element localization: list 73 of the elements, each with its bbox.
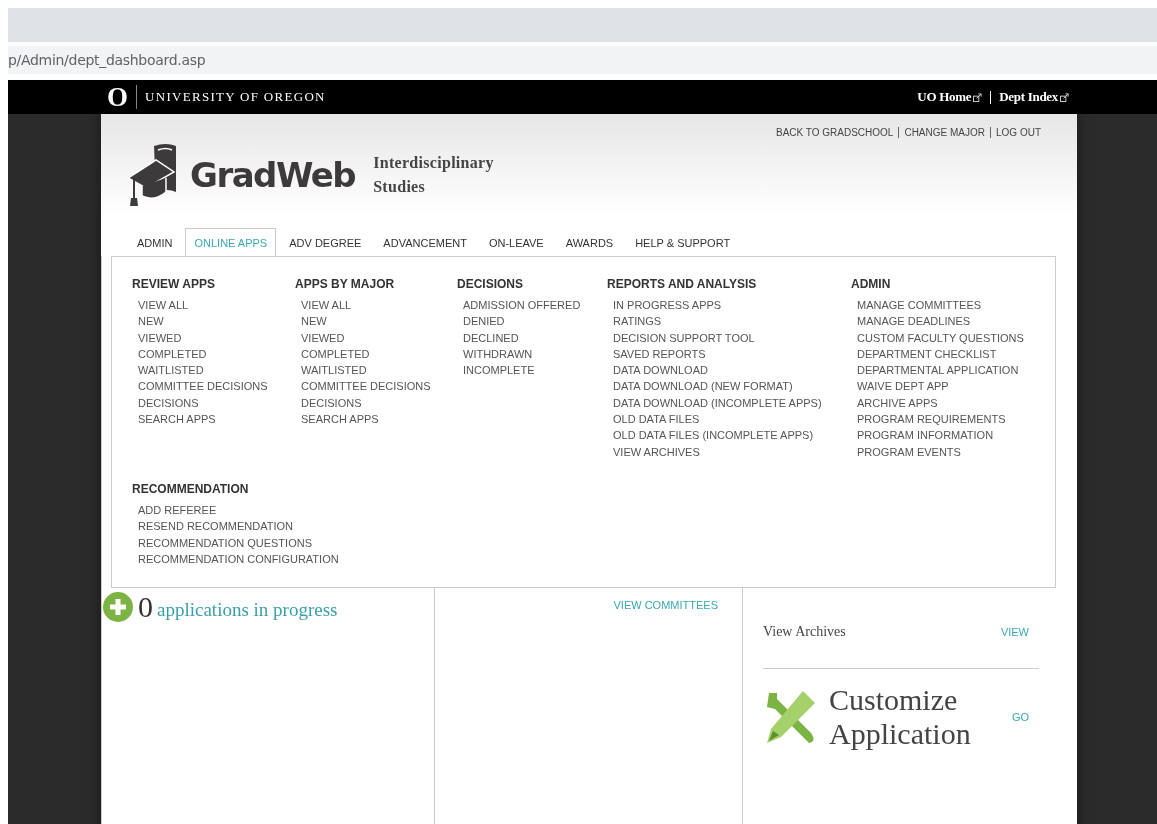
utility-link[interactable]: BACK TO GRADSCHOOL xyxy=(776,127,894,138)
menu-item[interactable]: MANAGE DEADLINES xyxy=(857,313,971,330)
menu-item[interactable]: IN PROGRESS APPS xyxy=(613,297,722,314)
department-name: Interdisciplinary Studies xyxy=(373,153,495,197)
menu-heading: ADMIN xyxy=(851,277,892,291)
nav-tab[interactable]: HELP & SUPPORT xyxy=(626,228,740,256)
menu-item[interactable]: RECOMMENDATION QUESTIONS xyxy=(138,534,312,551)
menu-item[interactable]: VIEW ARCHIVES xyxy=(613,443,700,460)
menu-item[interactable]: NEW xyxy=(301,313,327,330)
menu-item[interactable]: SEARCH APPS xyxy=(301,411,379,428)
menu-item[interactable]: OLD DATA FILES xyxy=(613,411,700,428)
archives-label: View Archives xyxy=(763,624,846,640)
menu-item[interactable]: COMMITTEE DECISIONS xyxy=(138,378,268,395)
menu-heading: REVIEW APPS xyxy=(132,277,216,291)
add-icon[interactable] xyxy=(102,591,134,623)
oregon-o-logo[interactable]: O xyxy=(101,85,137,109)
menu-item[interactable]: VIEWED xyxy=(138,329,182,346)
menu-item[interactable]: DECISION SUPPORT TOOL xyxy=(613,329,755,346)
customize-application-title: Customize Application xyxy=(829,683,972,751)
header-link[interactable]: Dept Index xyxy=(991,89,1077,105)
menu-item[interactable]: RESEND RECOMMENDATION xyxy=(138,518,294,535)
menu-item[interactable]: VIEW ALL xyxy=(138,297,189,314)
nav-tab[interactable]: ON-LEAVE xyxy=(479,228,553,256)
menu-item[interactable]: COMMITTEE DECISIONS xyxy=(301,378,431,395)
menu-heading: REPORTS AND ANALYSIS xyxy=(607,277,758,291)
nav-tab[interactable]: AWARDS xyxy=(556,228,623,256)
menu-item[interactable]: ADD REFEREE xyxy=(138,501,217,519)
menu-item[interactable]: RECOMMENDATION CONFIGURATION xyxy=(138,550,339,568)
menu-item[interactable]: WAITLISTED xyxy=(138,362,204,379)
header-link[interactable]: UO Home xyxy=(909,89,991,105)
menu-item[interactable]: DATA DOWNLOAD (NEW FORMAT) xyxy=(613,378,793,395)
menu-item[interactable]: PROGRAM EVENTS xyxy=(857,443,961,460)
menu-item[interactable]: DATA DOWNLOAD xyxy=(613,362,708,379)
menu-item[interactable]: DECISIONS xyxy=(138,394,199,412)
menu-item[interactable]: PROGRAM REQUIREMENTS xyxy=(857,411,1006,428)
address-bar[interactable]: p/Admin/dept_dashboard.asp xyxy=(8,46,1157,74)
nav-tab[interactable]: ADMIN xyxy=(128,228,182,256)
external-link-icon xyxy=(1060,92,1069,102)
menu-heading: RECOMMENDATION xyxy=(132,481,250,496)
utility-link[interactable]: CHANGE MAJOR xyxy=(904,127,985,138)
menu-item[interactable]: WITHDRAWN xyxy=(463,345,533,363)
menu-item[interactable]: DECISIONS xyxy=(301,394,362,412)
menu-item[interactable]: WAITLISTED xyxy=(301,362,367,379)
menu-item[interactable]: DECLINED xyxy=(463,329,519,346)
menu-item[interactable]: ADMISSION OFFERED xyxy=(463,297,581,314)
menu-item[interactable]: DEPARTMENTAL APPLICATION xyxy=(857,362,1019,379)
menu-item[interactable]: DEPARTMENT CHECKLIST xyxy=(857,345,997,363)
menu-item[interactable]: CUSTOM FACULTY QUESTIONS xyxy=(857,329,1024,346)
menu-item[interactable]: DATA DOWNLOAD (INCOMPLETE APPS) xyxy=(613,394,822,412)
menu-item[interactable]: COMPLETED xyxy=(301,345,370,363)
menu-item[interactable]: MANAGE COMMITTEES xyxy=(857,297,982,314)
nav-tab[interactable]: ADVANCEMENT xyxy=(374,228,476,256)
gradweb-logo[interactable]: GradWeb xyxy=(190,155,356,195)
menu-item[interactable]: COMPLETED xyxy=(138,345,207,363)
menu-item[interactable]: VIEW ALL xyxy=(301,297,352,314)
menu-item[interactable]: INCOMPLETE xyxy=(463,362,535,379)
utility-link[interactable]: LOG OUT xyxy=(996,127,1041,138)
menu-item[interactable]: WAIVE DEPT APP xyxy=(857,378,949,395)
in-progress-count: 0 xyxy=(138,592,153,622)
menu-item[interactable]: SEARCH APPS xyxy=(138,411,216,428)
menu-item[interactable]: DENIED xyxy=(463,313,505,330)
menu-item[interactable]: ARCHIVE APPS xyxy=(857,394,938,412)
nav-tab[interactable]: ADV DEGREE xyxy=(280,228,371,256)
menu-item[interactable]: PROGRAM INFORMATION xyxy=(857,427,994,444)
menu-heading: APPS BY MAJOR xyxy=(295,277,396,291)
menu-heading: DECISIONS xyxy=(457,277,524,291)
menu-item[interactable]: OLD DATA FILES (INCOMPLETE APPS) xyxy=(613,427,814,444)
menu-item[interactable]: NEW xyxy=(138,313,164,330)
external-link-icon xyxy=(973,92,983,102)
university-wordmark: UNIVERSITY OF OREGON xyxy=(145,89,326,105)
menu-item[interactable]: VIEWED xyxy=(301,329,345,346)
menu-item[interactable]: SAVED REPORTS xyxy=(613,345,706,363)
menu-item[interactable]: RATINGS xyxy=(613,313,662,330)
